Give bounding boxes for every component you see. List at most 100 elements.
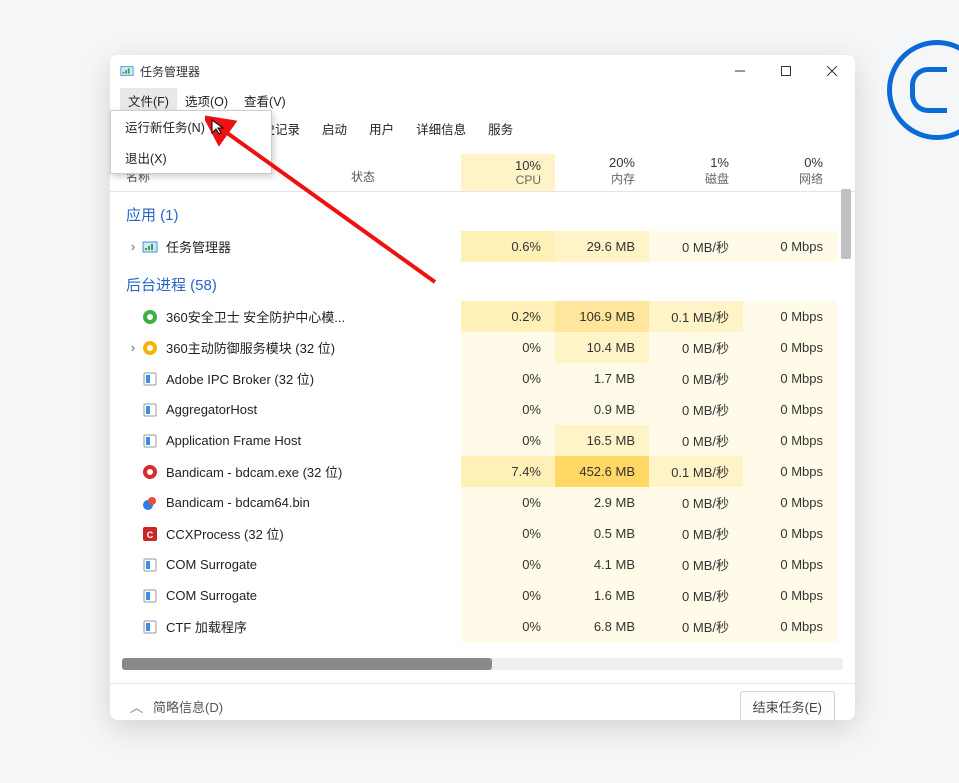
process-name-text: Application Frame Host — [166, 433, 301, 448]
disk-cell: 0.1 MB/秒 — [649, 301, 743, 332]
table-row[interactable]: ›Adobe IPC Broker (32 位)0%1.7 MB0 MB/秒0 … — [110, 363, 855, 394]
table-row[interactable]: ›Application Frame Host0%16.5 MB0 MB/秒0 … — [110, 425, 855, 456]
window-title: 任务管理器 — [140, 63, 200, 80]
net-cell: 0 Mbps — [743, 487, 837, 518]
col-disk[interactable]: 1%磁盘 — [649, 151, 743, 191]
chevron-right-icon[interactable]: › — [126, 340, 140, 355]
cpu-cell: 0% — [461, 580, 555, 611]
table-row[interactable]: ›CCCXProcess (32 位)0%0.5 MB0 MB/秒0 Mbps — [110, 518, 855, 549]
chevron-right-icon[interactable]: › — [126, 239, 140, 254]
process-icon — [142, 239, 158, 255]
cpu-cell: 0% — [461, 363, 555, 394]
table-row[interactable]: ›Bandicam - bdcam.exe (32 位)7.4%452.6 MB… — [110, 456, 855, 487]
cpu-cell: 0% — [461, 611, 555, 642]
horizontal-scrollbar[interactable] — [122, 658, 843, 670]
process-name-text: 360安全卫士 安全防护中心模... — [166, 307, 345, 326]
table-row[interactable]: ›360安全卫士 安全防护中心模...0.2%106.9 MB0.1 MB/秒0… — [110, 301, 855, 332]
process-name: ›COM Surrogate — [110, 588, 351, 604]
process-icon — [142, 495, 158, 511]
mem-cell: 16.5 MB — [555, 425, 649, 456]
fewer-details-link[interactable]: 简略信息(D) — [153, 697, 223, 716]
app-icon — [120, 64, 134, 78]
cursor-icon — [210, 118, 228, 136]
process-list[interactable]: 应用 (1)›任务管理器0.6%29.6 MB0 MB/秒0 Mbps后台进程 … — [110, 192, 855, 683]
process-icon — [142, 340, 158, 356]
net-cell: 0 Mbps — [743, 425, 837, 456]
disk-cell: 0 MB/秒 — [649, 580, 743, 611]
mem-cell: 6.8 MB — [555, 611, 649, 642]
mem-cell: 29.6 MB — [555, 231, 649, 262]
scroll-thumb[interactable] — [841, 189, 851, 259]
process-name-text: 任务管理器 — [166, 237, 231, 256]
cpu-cell: 0% — [461, 518, 555, 549]
menu-run-new-task[interactable]: 运行新任务(N) — [111, 111, 271, 142]
process-name: ›Bandicam - bdcam64.bin — [110, 495, 351, 511]
svg-text:C: C — [147, 530, 154, 540]
process-name-text: CCXProcess (32 位) — [166, 524, 284, 543]
disk-cell: 0 MB/秒 — [649, 394, 743, 425]
col-cpu[interactable]: 10%CPU — [461, 154, 555, 191]
table-row[interactable]: ›AggregatorHost0%0.9 MB0 MB/秒0 Mbps — [110, 394, 855, 425]
table-row[interactable]: ›COM Surrogate0%1.6 MB0 MB/秒0 Mbps — [110, 580, 855, 611]
process-icon — [142, 402, 158, 418]
process-name-text: COM Surrogate — [166, 588, 257, 603]
tab-users[interactable]: 用户 — [358, 112, 405, 146]
process-icon — [142, 433, 158, 449]
cpu-cell: 0% — [461, 549, 555, 580]
mem-cell: 2.9 MB — [555, 487, 649, 518]
col-status[interactable]: 状态 — [351, 168, 461, 191]
vertical-scrollbar[interactable] — [839, 147, 851, 631]
mem-cell: 0.9 MB — [555, 394, 649, 425]
disk-cell: 0 MB/秒 — [649, 549, 743, 580]
disk-cell: 0 MB/秒 — [649, 231, 743, 262]
maximize-button[interactable] — [763, 55, 809, 87]
process-icon — [142, 557, 158, 573]
menu-file[interactable]: 文件(F) — [120, 88, 177, 113]
mem-cell: 0.5 MB — [555, 518, 649, 549]
col-network[interactable]: 0%网络 — [743, 151, 837, 191]
mem-cell: 1.7 MB — [555, 363, 649, 394]
menu-exit[interactable]: 退出(X) — [111, 142, 271, 173]
cpu-cell: 0% — [461, 487, 555, 518]
close-button[interactable] — [809, 55, 855, 87]
process-name-text: Bandicam - bdcam64.bin — [166, 495, 310, 510]
hscroll-thumb[interactable] — [122, 658, 492, 670]
process-name: ›CCCXProcess (32 位) — [110, 524, 351, 543]
process-name: ›360安全卫士 安全防护中心模... — [110, 307, 351, 326]
table-row[interactable]: › 任务管理器 0.6%29.6 MB0 MB/秒0 Mbps — [110, 231, 855, 262]
titlebar[interactable]: 任务管理器 — [110, 55, 855, 87]
cpu-cell: 0.6% — [461, 231, 555, 262]
cpu-cell: 0% — [461, 394, 555, 425]
net-cell: 0 Mbps — [743, 231, 837, 262]
disk-cell: 0 MB/秒 — [649, 363, 743, 394]
tab-details[interactable]: 详细信息 — [405, 112, 477, 146]
net-cell: 0 Mbps — [743, 518, 837, 549]
col-memory[interactable]: 20%内存 — [555, 151, 649, 191]
end-task-button[interactable]: 结束任务(E) — [740, 691, 835, 721]
disk-cell: 0 MB/秒 — [649, 518, 743, 549]
table-row[interactable]: ›COM Surrogate0%4.1 MB0 MB/秒0 Mbps — [110, 549, 855, 580]
menu-options[interactable]: 选项(O) — [177, 88, 236, 113]
disk-cell: 0.1 MB/秒 — [649, 456, 743, 487]
mem-cell: 452.6 MB — [555, 456, 649, 487]
mem-cell: 106.9 MB — [555, 301, 649, 332]
table-row[interactable]: ›360主动防御服务模块 (32 位)0%10.4 MB0 MB/秒0 Mbps — [110, 332, 855, 363]
process-icon — [142, 464, 158, 480]
table-row[interactable]: ›CTF 加载程序0%6.8 MB0 MB/秒0 Mbps — [110, 611, 855, 642]
minimize-button[interactable] — [717, 55, 763, 87]
mem-cell: 1.6 MB — [555, 580, 649, 611]
tab-services[interactable]: 服务 — [477, 112, 524, 146]
net-cell: 0 Mbps — [743, 456, 837, 487]
net-cell: 0 Mbps — [743, 549, 837, 580]
section-apps: 应用 (1) — [110, 192, 855, 231]
net-cell: 0 Mbps — [743, 394, 837, 425]
process-icon — [142, 371, 158, 387]
menu-view[interactable]: 查看(V) — [236, 88, 294, 113]
net-cell: 0 Mbps — [743, 301, 837, 332]
mem-cell: 10.4 MB — [555, 332, 649, 363]
process-name: ›Application Frame Host — [110, 433, 351, 449]
process-name-text: Bandicam - bdcam.exe (32 位) — [166, 462, 342, 481]
process-name: ›360主动防御服务模块 (32 位) — [110, 338, 351, 357]
table-row[interactable]: ›Bandicam - bdcam64.bin0%2.9 MB0 MB/秒0 M… — [110, 487, 855, 518]
tab-startup[interactable]: 启动 — [311, 112, 358, 146]
